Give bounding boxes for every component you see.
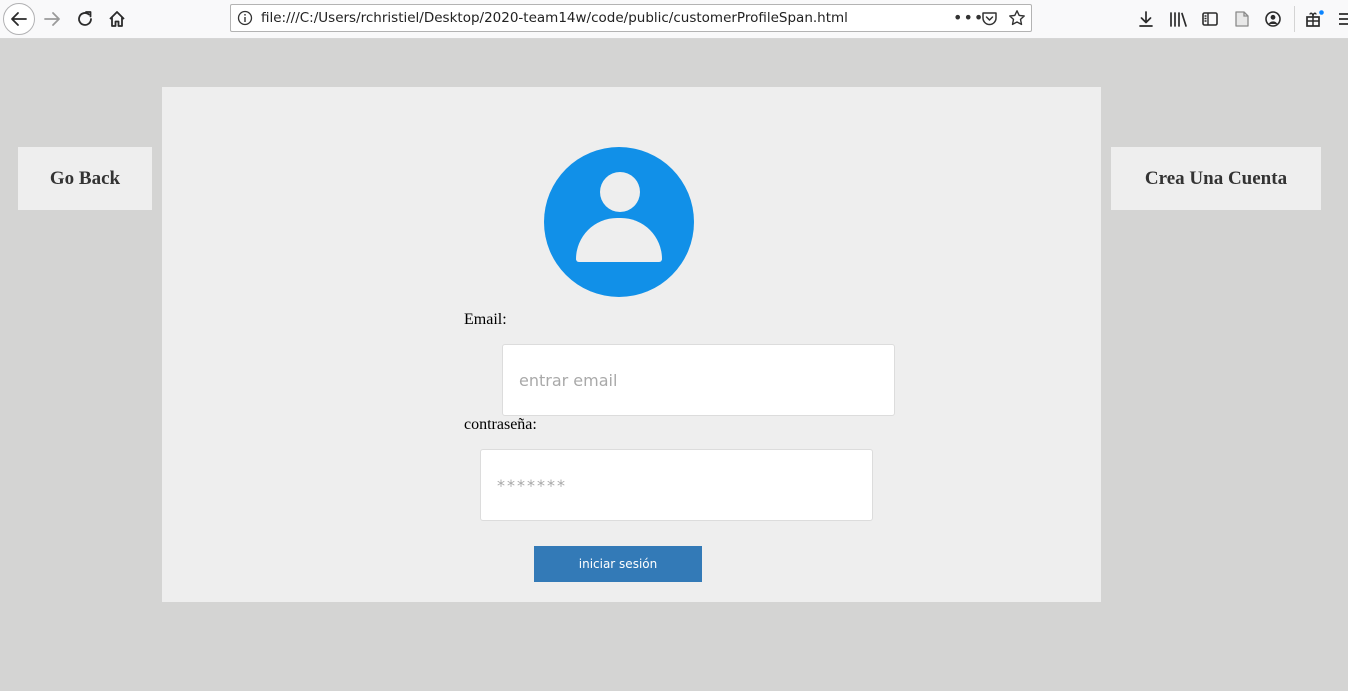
library-icon[interactable] bbox=[1168, 10, 1188, 32]
create-account-button[interactable]: Crea Una Cuenta bbox=[1111, 147, 1321, 210]
back-button[interactable] bbox=[3, 3, 35, 35]
info-icon[interactable] bbox=[237, 10, 253, 30]
user-avatar-icon bbox=[544, 147, 694, 297]
home-icon bbox=[109, 11, 125, 27]
back-arrow-icon bbox=[11, 12, 27, 26]
forward-arrow-icon bbox=[44, 12, 60, 26]
password-label: contraseña: bbox=[464, 416, 537, 433]
reload-icon bbox=[78, 11, 92, 26]
account-icon[interactable] bbox=[1264, 10, 1282, 32]
forward-button[interactable] bbox=[38, 5, 66, 33]
toolbar-separator bbox=[1294, 6, 1295, 32]
url-text[interactable]: file:///C:/Users/rchristiel/Desktop/2020… bbox=[261, 10, 848, 26]
download-icon[interactable] bbox=[1137, 10, 1155, 32]
email-input[interactable] bbox=[502, 344, 895, 416]
avatar-head bbox=[600, 172, 640, 212]
avatar-body bbox=[576, 218, 662, 262]
login-button[interactable]: iniciar sesión bbox=[534, 546, 702, 582]
bookmark-star-icon[interactable] bbox=[1008, 9, 1026, 31]
email-label: Email: bbox=[464, 311, 507, 328]
sidebar-icon[interactable] bbox=[1201, 10, 1219, 32]
url-bar[interactable]: file:///C:/Users/rchristiel/Desktop/2020… bbox=[230, 4, 1032, 32]
password-input[interactable] bbox=[480, 449, 873, 521]
home-button[interactable] bbox=[103, 5, 131, 33]
reader-icon[interactable] bbox=[1233, 10, 1251, 32]
reload-button[interactable] bbox=[71, 5, 99, 33]
browser-toolbar: file:///C:/Users/rchristiel/Desktop/2020… bbox=[0, 0, 1348, 39]
menu-icon[interactable] bbox=[1337, 10, 1348, 32]
extensions-icon[interactable] bbox=[1305, 10, 1325, 32]
go-back-button[interactable]: Go Back bbox=[18, 147, 152, 210]
pocket-icon[interactable] bbox=[981, 10, 998, 30]
page-actions-button[interactable]: ••• bbox=[953, 8, 984, 27]
